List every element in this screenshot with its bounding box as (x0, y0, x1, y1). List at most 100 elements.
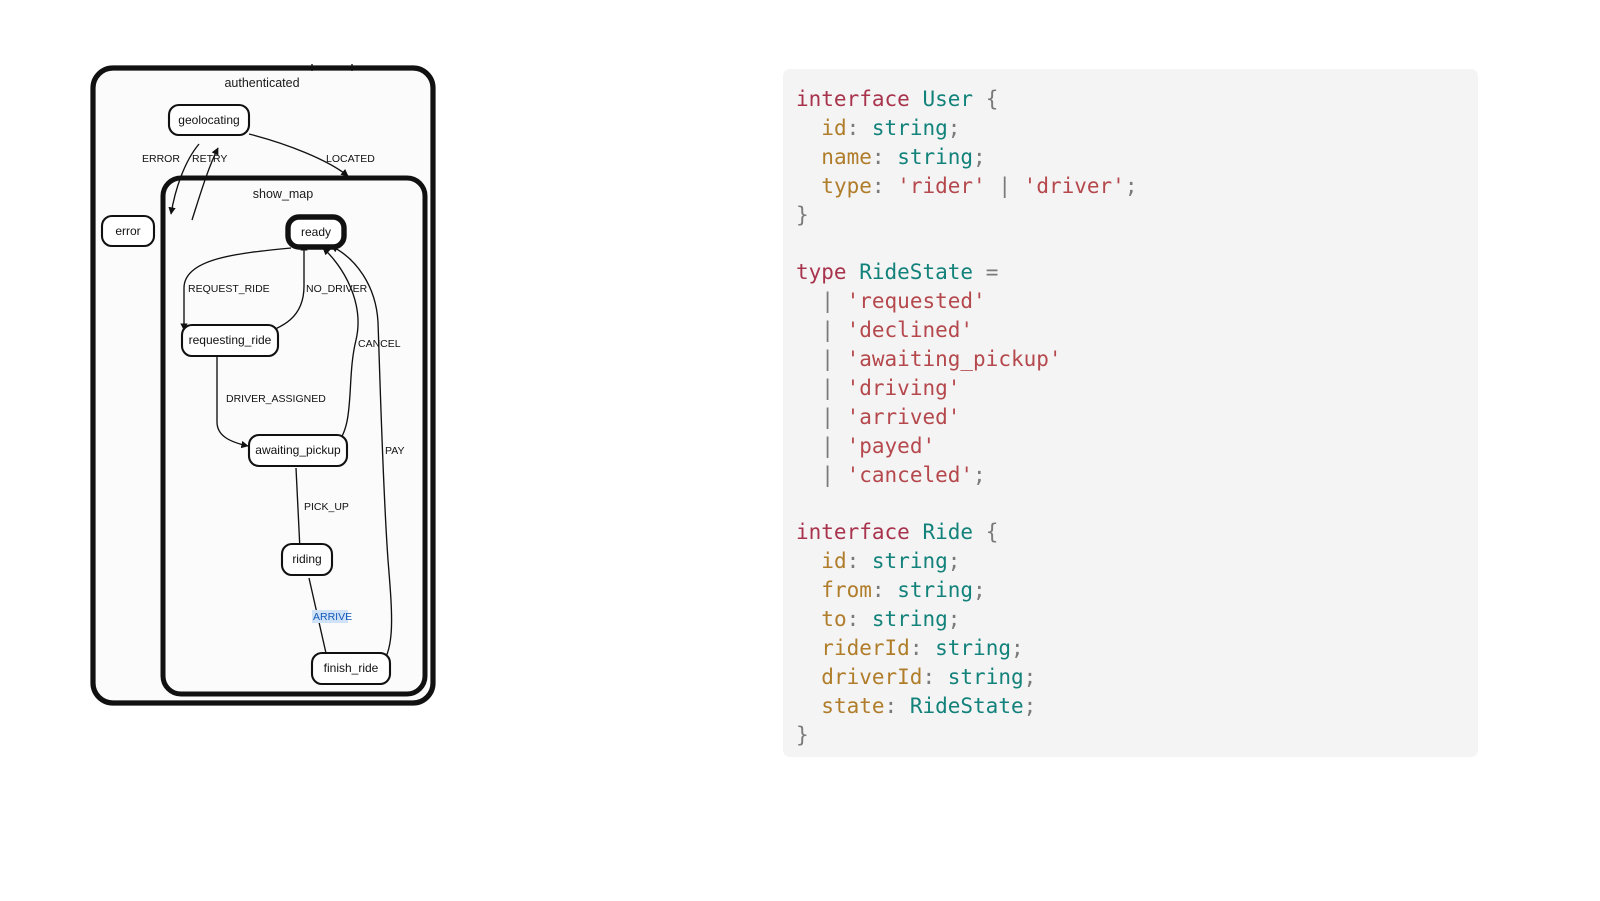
edge-arrive-label: ARRIVE (313, 611, 352, 623)
code-token-type: RideState (859, 260, 974, 285)
edge-pay-label: PAY (385, 445, 404, 457)
code-token-punc: } (796, 722, 809, 747)
code-token-type: User (922, 87, 974, 111)
code-token-punc: : (884, 693, 898, 718)
code-token-str: 'payed' (846, 433, 936, 458)
code-line: | 'requested' (796, 287, 1478, 316)
edge-no-driver-label: NO_DRIVER (306, 283, 368, 295)
code-token-kw: type (796, 260, 847, 285)
node-awaiting-pickup[interactable]: awaiting_pickup (247, 433, 349, 468)
edge-retry-label: RETRY (192, 153, 227, 165)
code-token-op: | (821, 318, 834, 343)
code-token-kw: interface (796, 87, 910, 111)
code-token-op: | (998, 173, 1012, 198)
node-geolocating[interactable]: geolocating (167, 103, 251, 137)
node-riding[interactable]: riding (280, 542, 334, 577)
code-token-prop: to (821, 607, 847, 632)
code-line: | 'payed' (796, 432, 1478, 461)
node-finish-ride-label: finish_ride (324, 661, 379, 675)
code-token-punc: : (846, 549, 860, 574)
code-token-op: | (821, 462, 834, 487)
code-line: to: string; (796, 605, 1478, 634)
code-token-str: 'awaiting_pickup' (846, 347, 1062, 372)
code-token-type: string (947, 664, 1024, 689)
code-token-type: string (897, 144, 974, 169)
code-token-op: | (821, 289, 834, 314)
code-line: | 'arrived' (796, 403, 1478, 432)
code-block[interactable]: interface User { id: string; name: strin… (783, 85, 1478, 749)
edge-pick-up-label: PICK_UP (304, 501, 349, 513)
code-line: | 'declined' (796, 316, 1478, 345)
code-line: interface User { (796, 85, 1478, 114)
code-token-str: 'requested' (846, 289, 986, 314)
code-token-prop: from (821, 578, 872, 603)
code-token-punc: : (846, 115, 860, 140)
code-token-prop: driverId (821, 664, 923, 689)
node-ready-label: ready (301, 225, 331, 239)
code-token-punc: : (909, 635, 923, 660)
statechart-svg[interactable]: authenticated show_map ERROR RETRY LOCAT… (80, 50, 460, 720)
code-token-prop: state (821, 693, 885, 718)
code-line: driverId: string; (796, 663, 1478, 692)
code-token-punc: ; (973, 144, 986, 169)
statechart-diagram[interactable]: authenticated show_map ERROR RETRY LOCAT… (80, 50, 460, 720)
code-token-punc: ; (1023, 664, 1037, 689)
code-token-type: string (871, 549, 948, 574)
code-token-punc: ; (947, 115, 961, 140)
edge-error-label: ERROR (142, 153, 180, 165)
node-requesting-ride[interactable]: requesting_ride (180, 323, 280, 358)
code-token-prop: id (821, 115, 847, 140)
code-token-op: | (821, 433, 834, 458)
code-line: | 'driving' (796, 374, 1478, 403)
code-line: type: 'rider' | 'driver'; (796, 172, 1478, 201)
code-token-punc: { (985, 520, 999, 545)
code-token-op: = (985, 260, 999, 285)
node-error-label: error (115, 224, 140, 238)
code-token-str: 'driving' (846, 375, 961, 400)
node-ready[interactable]: ready (285, 214, 347, 250)
edge-driver-assigned-label: DRIVER_ASSIGNED (226, 393, 326, 405)
code-token-op: | (821, 347, 834, 372)
code-panel[interactable]: interface User { id: string; name: strin… (783, 69, 1478, 757)
code-token-punc: ; (973, 578, 986, 603)
code-line: riderId: string; (796, 634, 1478, 663)
node-finish-ride[interactable]: finish_ride (310, 651, 392, 686)
code-line: state: RideState; (796, 692, 1478, 721)
code-token-punc: } (796, 202, 809, 227)
group-show-map-title: show_map (253, 187, 313, 201)
code-token-op: | (821, 404, 834, 429)
code-token-punc: ; (973, 462, 986, 487)
code-token-punc: : (846, 607, 860, 632)
code-token-punc: : (871, 144, 885, 169)
code-line: name: string; (796, 143, 1478, 172)
code-token-kw: interface (796, 520, 910, 545)
code-token-punc: ; (1124, 173, 1138, 198)
code-token-str: 'rider' (897, 173, 986, 198)
node-error[interactable]: error (100, 214, 156, 248)
